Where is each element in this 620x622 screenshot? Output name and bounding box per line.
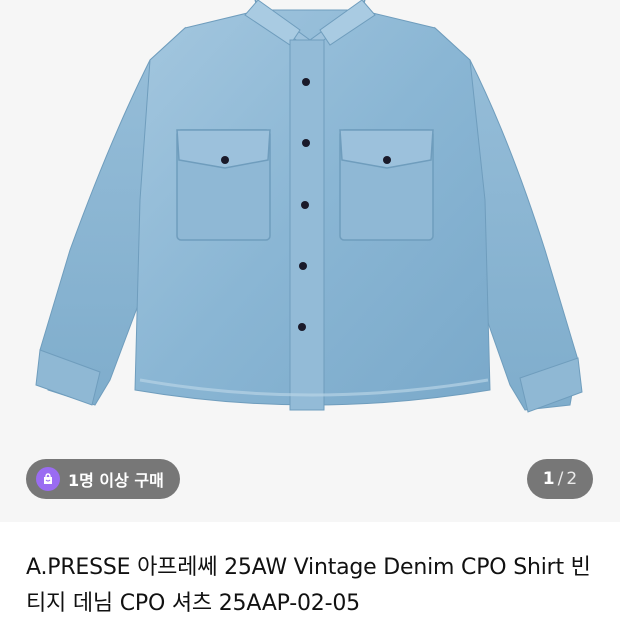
bag-icon: [36, 467, 60, 491]
buyer-count-label: 1명 이상 구매: [68, 471, 164, 490]
total-pages: 2: [566, 469, 578, 489]
current-page: 1: [542, 469, 555, 489]
page-separator: /: [557, 469, 564, 489]
image-page-indicator: 1 / 2: [527, 459, 593, 499]
buyer-count-badge: 1명 이상 구매: [26, 459, 180, 499]
product-image[interactable]: [0, 0, 620, 522]
product-title: A.PRESSE 아프레쎄 25AW Vintage Denim CPO Shi…: [26, 555, 591, 616]
product-image-gallery[interactable]: 1명 이상 구매 1 / 2: [0, 0, 620, 522]
